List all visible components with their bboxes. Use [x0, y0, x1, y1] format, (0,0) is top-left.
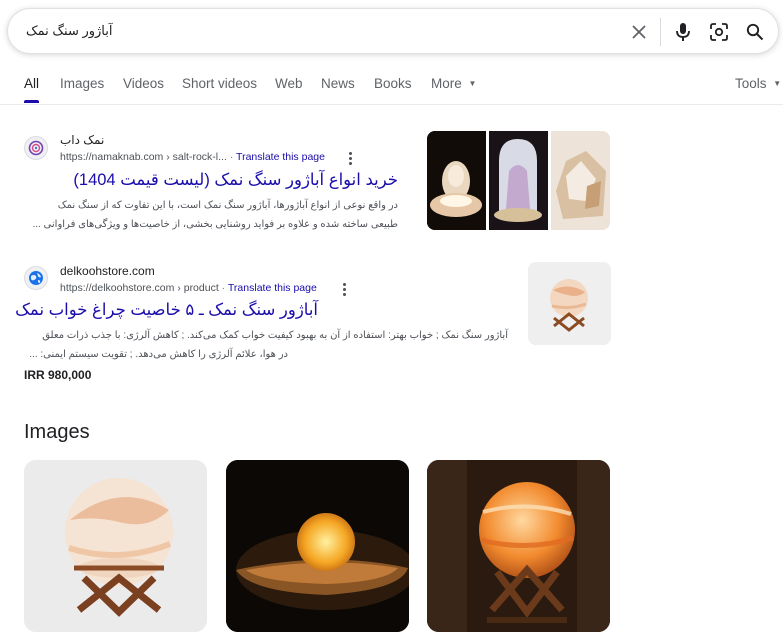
tab-news[interactable]: News — [321, 76, 355, 91]
result-url-text: https://namaknab.com › salt-rock-l... — [60, 151, 227, 163]
image-result[interactable] — [24, 460, 207, 632]
result-site-name[interactable]: نمک داب — [60, 133, 104, 147]
result-price: IRR 980,000 — [24, 368, 92, 382]
result-thumbnail[interactable] — [489, 131, 548, 230]
site-favicon[interactable] — [24, 266, 48, 290]
translate-link[interactable]: Translate this page — [228, 282, 317, 294]
more-options-icon[interactable] — [343, 283, 347, 297]
translate-link[interactable]: Translate this page — [236, 151, 325, 163]
search-icon[interactable] — [743, 20, 767, 44]
tools-label: Tools — [735, 76, 767, 91]
images-section-title: Images — [24, 421, 90, 443]
image-result[interactable] — [226, 460, 409, 632]
search-tabs: All Images Videos Short videos Web News … — [0, 76, 783, 104]
search-bar[interactable]: آباژور سنگ نمک — [7, 8, 779, 54]
result-snippet-line-1: آباژور سنگ نمک ; خواب بهتر: استفاده از آ… — [42, 330, 508, 341]
tab-books[interactable]: Books — [374, 76, 412, 91]
search-input[interactable]: آباژور سنگ نمک — [26, 23, 426, 39]
mic-icon[interactable] — [671, 20, 695, 44]
tab-all[interactable]: All — [24, 76, 39, 91]
caret-down-icon: ▼ — [773, 79, 782, 88]
more-options-icon[interactable] — [349, 152, 353, 166]
tab-images[interactable]: Images — [60, 76, 104, 91]
result-thumbnail[interactable] — [528, 262, 611, 345]
tab-videos[interactable]: Videos — [123, 76, 164, 91]
result-thumbnail[interactable] — [427, 131, 486, 230]
lens-icon[interactable] — [707, 20, 731, 44]
result-url[interactable]: https://delkoohstore.com › product · Tra… — [60, 282, 317, 294]
search-divider — [660, 18, 661, 46]
site-favicon[interactable] — [24, 136, 48, 160]
close-icon[interactable] — [627, 20, 651, 44]
tab-short-videos[interactable]: Short videos — [182, 76, 257, 91]
result-snippet-line-2: طبیعی ساخته شده و علاوه بر فواید روشنایی… — [32, 219, 398, 230]
tab-more[interactable]: More ▼ — [431, 76, 476, 91]
tools-button[interactable]: Tools ▼ — [735, 76, 781, 91]
tab-web[interactable]: Web — [275, 76, 303, 91]
result-url-text: https://delkoohstore.com › product — [60, 282, 219, 294]
result-title[interactable]: آباژور سنگ نمک ـ ۵ خاصیت چراغ خواب نمک — [15, 300, 318, 320]
image-result[interactable] — [427, 460, 610, 632]
result-thumbnail[interactable] — [551, 131, 610, 230]
result-title[interactable]: خرید انواع آباژور سنگ نمک (لیست قیمت 140… — [24, 170, 398, 190]
result-url[interactable]: https://namaknab.com › salt-rock-l... · … — [60, 151, 325, 163]
tab-more-label: More — [431, 76, 462, 91]
active-tab-indicator — [24, 100, 39, 103]
result-site-name[interactable]: delkoohstore.com — [60, 264, 155, 278]
caret-down-icon: ▼ — [468, 79, 477, 88]
result-snippet-line-2: در هوا، علائم آلرژی را کاهش می‌دهد. ; تق… — [29, 349, 288, 360]
tabs-divider — [0, 104, 783, 105]
result-snippet-line-1: در واقع نوعی از انواع آباژورها، آباژور س… — [57, 200, 398, 211]
